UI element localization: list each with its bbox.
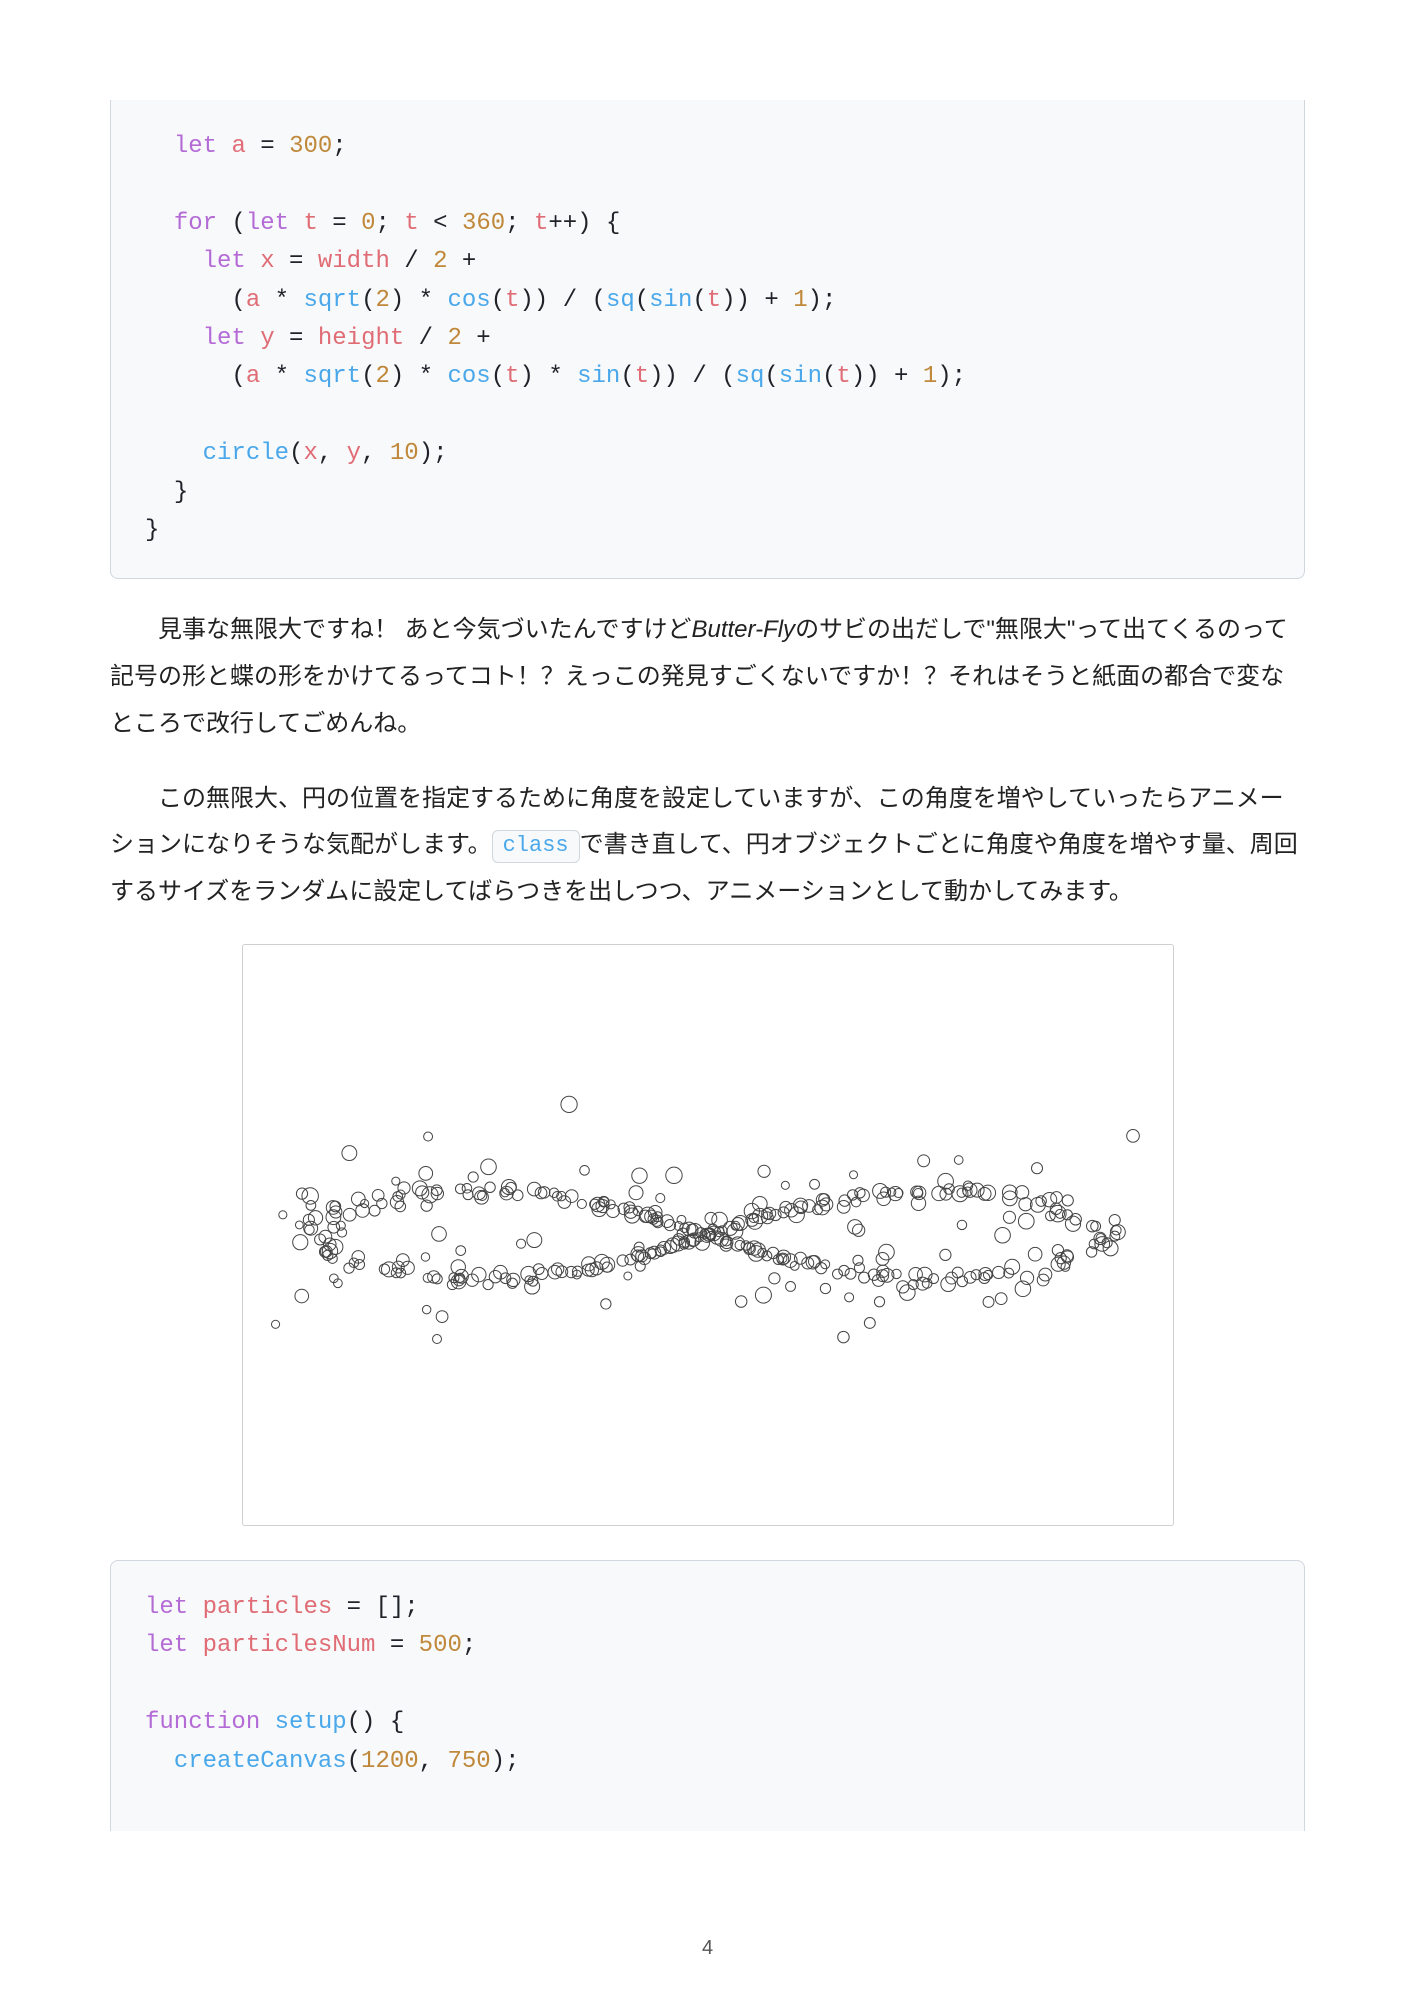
code-block-particles: let particles = []; let particlesNum = 5…	[110, 1560, 1305, 1831]
para1-italic: Butter-Fly	[691, 616, 795, 643]
figure-wrap	[110, 944, 1305, 1526]
paragraph-2: この無限大、円の位置を指定するために角度を設定していますが、この角度を増やしてい…	[110, 776, 1305, 916]
figure-svg	[243, 945, 1173, 1525]
page: let a = 300; for (let t = 0; t < 360; t+…	[0, 0, 1415, 2000]
inline-code-class: class	[492, 830, 580, 863]
paragraph-1: 見事な無限大ですね！ あと今気づいたんですけどButter-Flyのサビの出だし…	[110, 607, 1305, 747]
code-block-lemniscate: let a = 300; for (let t = 0; t < 360; t+…	[110, 100, 1305, 579]
figure-lemniscate-particles	[242, 944, 1174, 1526]
para1-pre: 見事な無限大ですね！ あと今気づいたんですけど	[134, 616, 691, 643]
page-number: 4	[0, 1937, 1415, 1960]
